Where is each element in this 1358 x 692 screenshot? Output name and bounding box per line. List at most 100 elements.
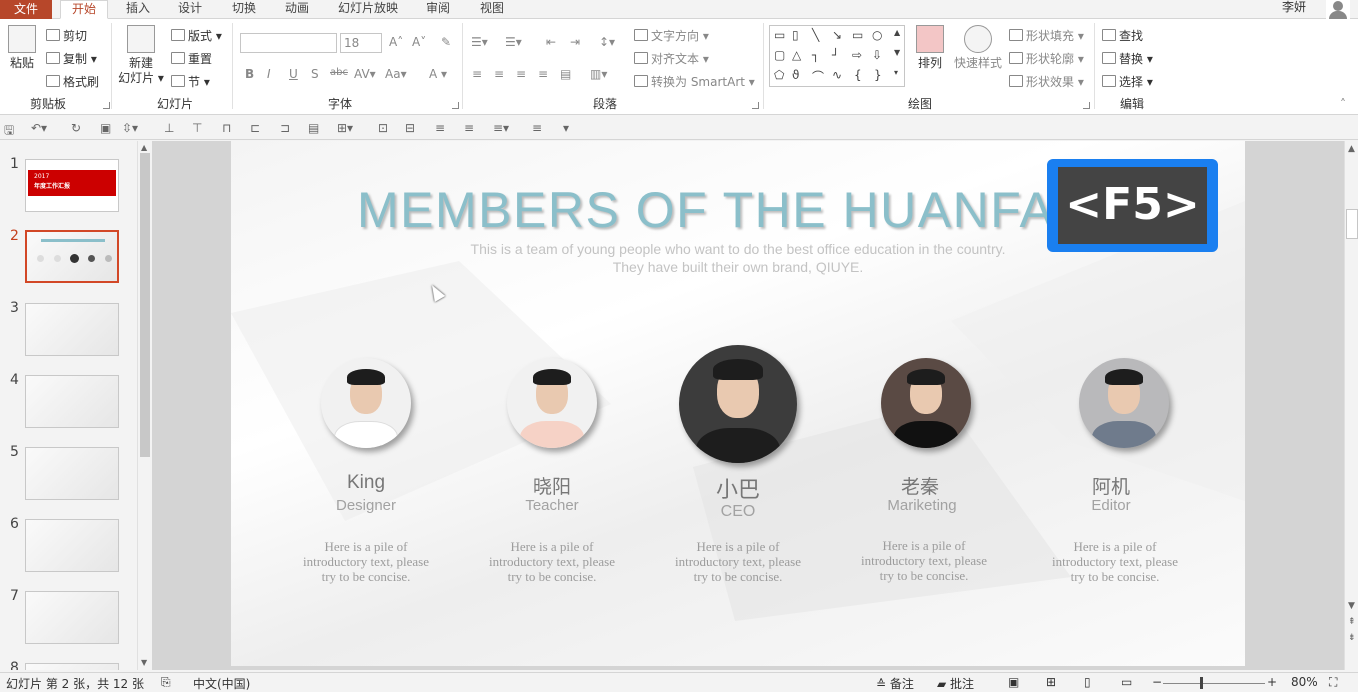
save-icon[interactable]: 🖫: [4, 121, 14, 142]
shape-outline-button[interactable]: 形状轮廓 ▾: [1009, 50, 1084, 67]
language-indicator[interactable]: 中文(中国): [193, 675, 250, 692]
arrow-shape-icon[interactable]: ↘: [832, 28, 842, 42]
normal-view-icon[interactable]: ▣: [1008, 675, 1019, 689]
member-role[interactable]: Mariketing: [847, 497, 997, 514]
align-top-icon[interactable]: ⊥: [164, 121, 174, 135]
columns-icon[interactable]: ▥▾: [590, 67, 607, 81]
group-obj-icon[interactable]: ⊡: [378, 121, 388, 135]
align-bottom-icon[interactable]: ⊓: [222, 121, 231, 135]
rounded-rect-shape-icon[interactable]: ▢: [774, 48, 785, 62]
member-name[interactable]: 阿机: [1036, 472, 1186, 499]
member-role[interactable]: Teacher: [477, 497, 627, 514]
notes-button[interactable]: ≙ 备注: [876, 675, 914, 692]
para-left-icon[interactable]: ≡: [435, 121, 445, 135]
triangle-shape-icon[interactable]: △: [792, 48, 801, 62]
justify-icon[interactable]: ≡: [538, 67, 548, 81]
change-case-icon[interactable]: Aa▾: [385, 67, 407, 81]
zoom-out-icon[interactable]: −: [1152, 675, 1162, 689]
textbox-shape-icon[interactable]: ▭: [774, 28, 785, 42]
smartart-button[interactable]: 转换为 SmartArt ▾: [634, 73, 755, 90]
shape-effects-button[interactable]: 形状效果 ▾: [1009, 73, 1084, 90]
strikethrough-icon[interactable]: abc: [330, 67, 348, 78]
member-description[interactable]: Here is a pile of introductory text, plea…: [281, 539, 451, 584]
editor-scrollbar[interactable]: ▲ ▼ ⇞ ⇟: [1344, 141, 1358, 670]
replace-button[interactable]: 替换 ▾: [1102, 50, 1153, 67]
collapse-ribbon-icon[interactable]: ˄: [1340, 97, 1346, 111]
redo-icon[interactable]: ↻: [71, 121, 81, 135]
curve-shape-icon[interactable]: ∿: [832, 68, 842, 82]
zoom-in-icon[interactable]: +: [1267, 675, 1277, 689]
oval-shape-icon[interactable]: ○: [872, 28, 882, 42]
spacing-icon[interactable]: ⇳▾: [122, 121, 138, 135]
tab-animations[interactable]: 动画: [275, 0, 319, 19]
paragraph-launcher[interactable]: [752, 102, 759, 109]
tab-slideshow[interactable]: 幻灯片放映: [330, 0, 406, 19]
align-left-icon[interactable]: ≡: [472, 67, 482, 81]
numbering-icon[interactable]: ☰▾: [505, 35, 522, 49]
zoom-level[interactable]: 80%: [1291, 675, 1318, 689]
para-center-icon[interactable]: ≡: [464, 121, 474, 135]
shrink-font-icon[interactable]: A˅: [412, 35, 426, 49]
scroll-up-icon[interactable]: ▲: [1348, 144, 1355, 154]
find-button[interactable]: 查找: [1102, 27, 1143, 44]
font-size-combo[interactable]: 18: [340, 33, 382, 53]
copy-button[interactable]: 复制 ▾: [46, 50, 97, 67]
zoom-slider[interactable]: [1163, 683, 1265, 684]
italic-icon[interactable]: I: [267, 67, 271, 81]
down-arrow-shape-icon[interactable]: ⇩: [872, 48, 882, 62]
member-description[interactable]: Here is a pile of introductory text, plea…: [467, 539, 637, 584]
font-launcher[interactable]: [452, 102, 459, 109]
tab-review[interactable]: 审阅: [418, 0, 458, 19]
freeform-shape-icon[interactable]: ϑ: [792, 68, 799, 82]
layout-button[interactable]: 版式 ▾: [171, 27, 222, 44]
member-description[interactable]: Here is a pile of introductory text, plea…: [839, 538, 1009, 583]
member-name[interactable]: King: [291, 472, 441, 494]
align-right-icon[interactable]: ≡: [516, 67, 526, 81]
paste-button[interactable]: 粘贴: [6, 25, 38, 71]
line-spacing-icon[interactable]: ↕▾: [599, 35, 615, 49]
member-avatar[interactable]: [1079, 358, 1169, 448]
editor-scroll-thumb[interactable]: [1346, 209, 1358, 239]
spellcheck-icon[interactable]: ⎘: [161, 675, 171, 690]
member-name[interactable]: 老秦: [845, 472, 995, 499]
member-avatar[interactable]: [321, 358, 411, 448]
elbow-shape-icon[interactable]: ┘: [832, 48, 839, 62]
reading-view-icon[interactable]: ▯: [1084, 675, 1091, 689]
tab-design[interactable]: 设计: [168, 0, 212, 19]
slide-thumbnail-3[interactable]: [25, 303, 119, 356]
scroll-down-icon[interactable]: ▼: [1348, 601, 1355, 611]
member-avatar[interactable]: [679, 345, 797, 463]
increase-indent-icon[interactable]: ⇥: [570, 35, 580, 49]
slide-subtitle-line2[interactable]: They have built their own brand, QIUYE.: [231, 259, 1245, 275]
scroll-down-icon[interactable]: ▼: [141, 658, 147, 667]
char-spacing-icon[interactable]: AV▾: [354, 67, 376, 81]
tab-home[interactable]: 开始: [60, 0, 108, 19]
fit-to-window-icon[interactable]: ⛶: [1329, 675, 1337, 690]
distribute-obj-icon[interactable]: ▤: [308, 121, 319, 135]
slide-thumbnail-2[interactable]: [23, 228, 121, 285]
brace-right-shape-icon[interactable]: }: [874, 68, 882, 82]
right-arrow-shape-icon[interactable]: ⇨: [852, 48, 862, 62]
gallery-down-icon[interactable]: ▼: [894, 48, 900, 57]
previous-slide-icon[interactable]: ⇞: [1348, 617, 1356, 627]
tab-view[interactable]: 视图: [470, 0, 514, 19]
clipboard-launcher[interactable]: [103, 102, 110, 109]
pentagon-shape-icon[interactable]: ⬠: [774, 68, 784, 82]
thumbnail-scrollbar[interactable]: ▲ ▼: [137, 141, 151, 670]
section-button[interactable]: 节 ▾: [171, 73, 210, 90]
new-slide-button[interactable]: 新建 幻灯片 ▾: [118, 25, 164, 86]
customize-toolbar-icon[interactable]: ▾: [563, 121, 569, 135]
slide-thumbnail-5[interactable]: [25, 447, 119, 500]
scroll-up-icon[interactable]: ▲: [141, 143, 147, 152]
shape-fill-button[interactable]: 形状填充 ▾: [1009, 27, 1084, 44]
tab-file[interactable]: 文件: [0, 0, 52, 19]
align-text-button[interactable]: 对齐文本 ▾: [634, 50, 709, 67]
vertical-textbox-shape-icon[interactable]: ▯: [792, 28, 799, 42]
connector-shape-icon[interactable]: ┐: [812, 48, 819, 62]
format-painter-button[interactable]: 格式刷: [46, 73, 99, 90]
line-shape-icon[interactable]: ╲: [812, 28, 819, 42]
shadow-icon[interactable]: S: [311, 67, 319, 81]
decrease-indent-icon[interactable]: ⇤: [546, 35, 556, 49]
slideshow-from-start-icon[interactable]: ▣: [100, 121, 111, 135]
undo-icon[interactable]: ↶▾: [31, 121, 47, 135]
